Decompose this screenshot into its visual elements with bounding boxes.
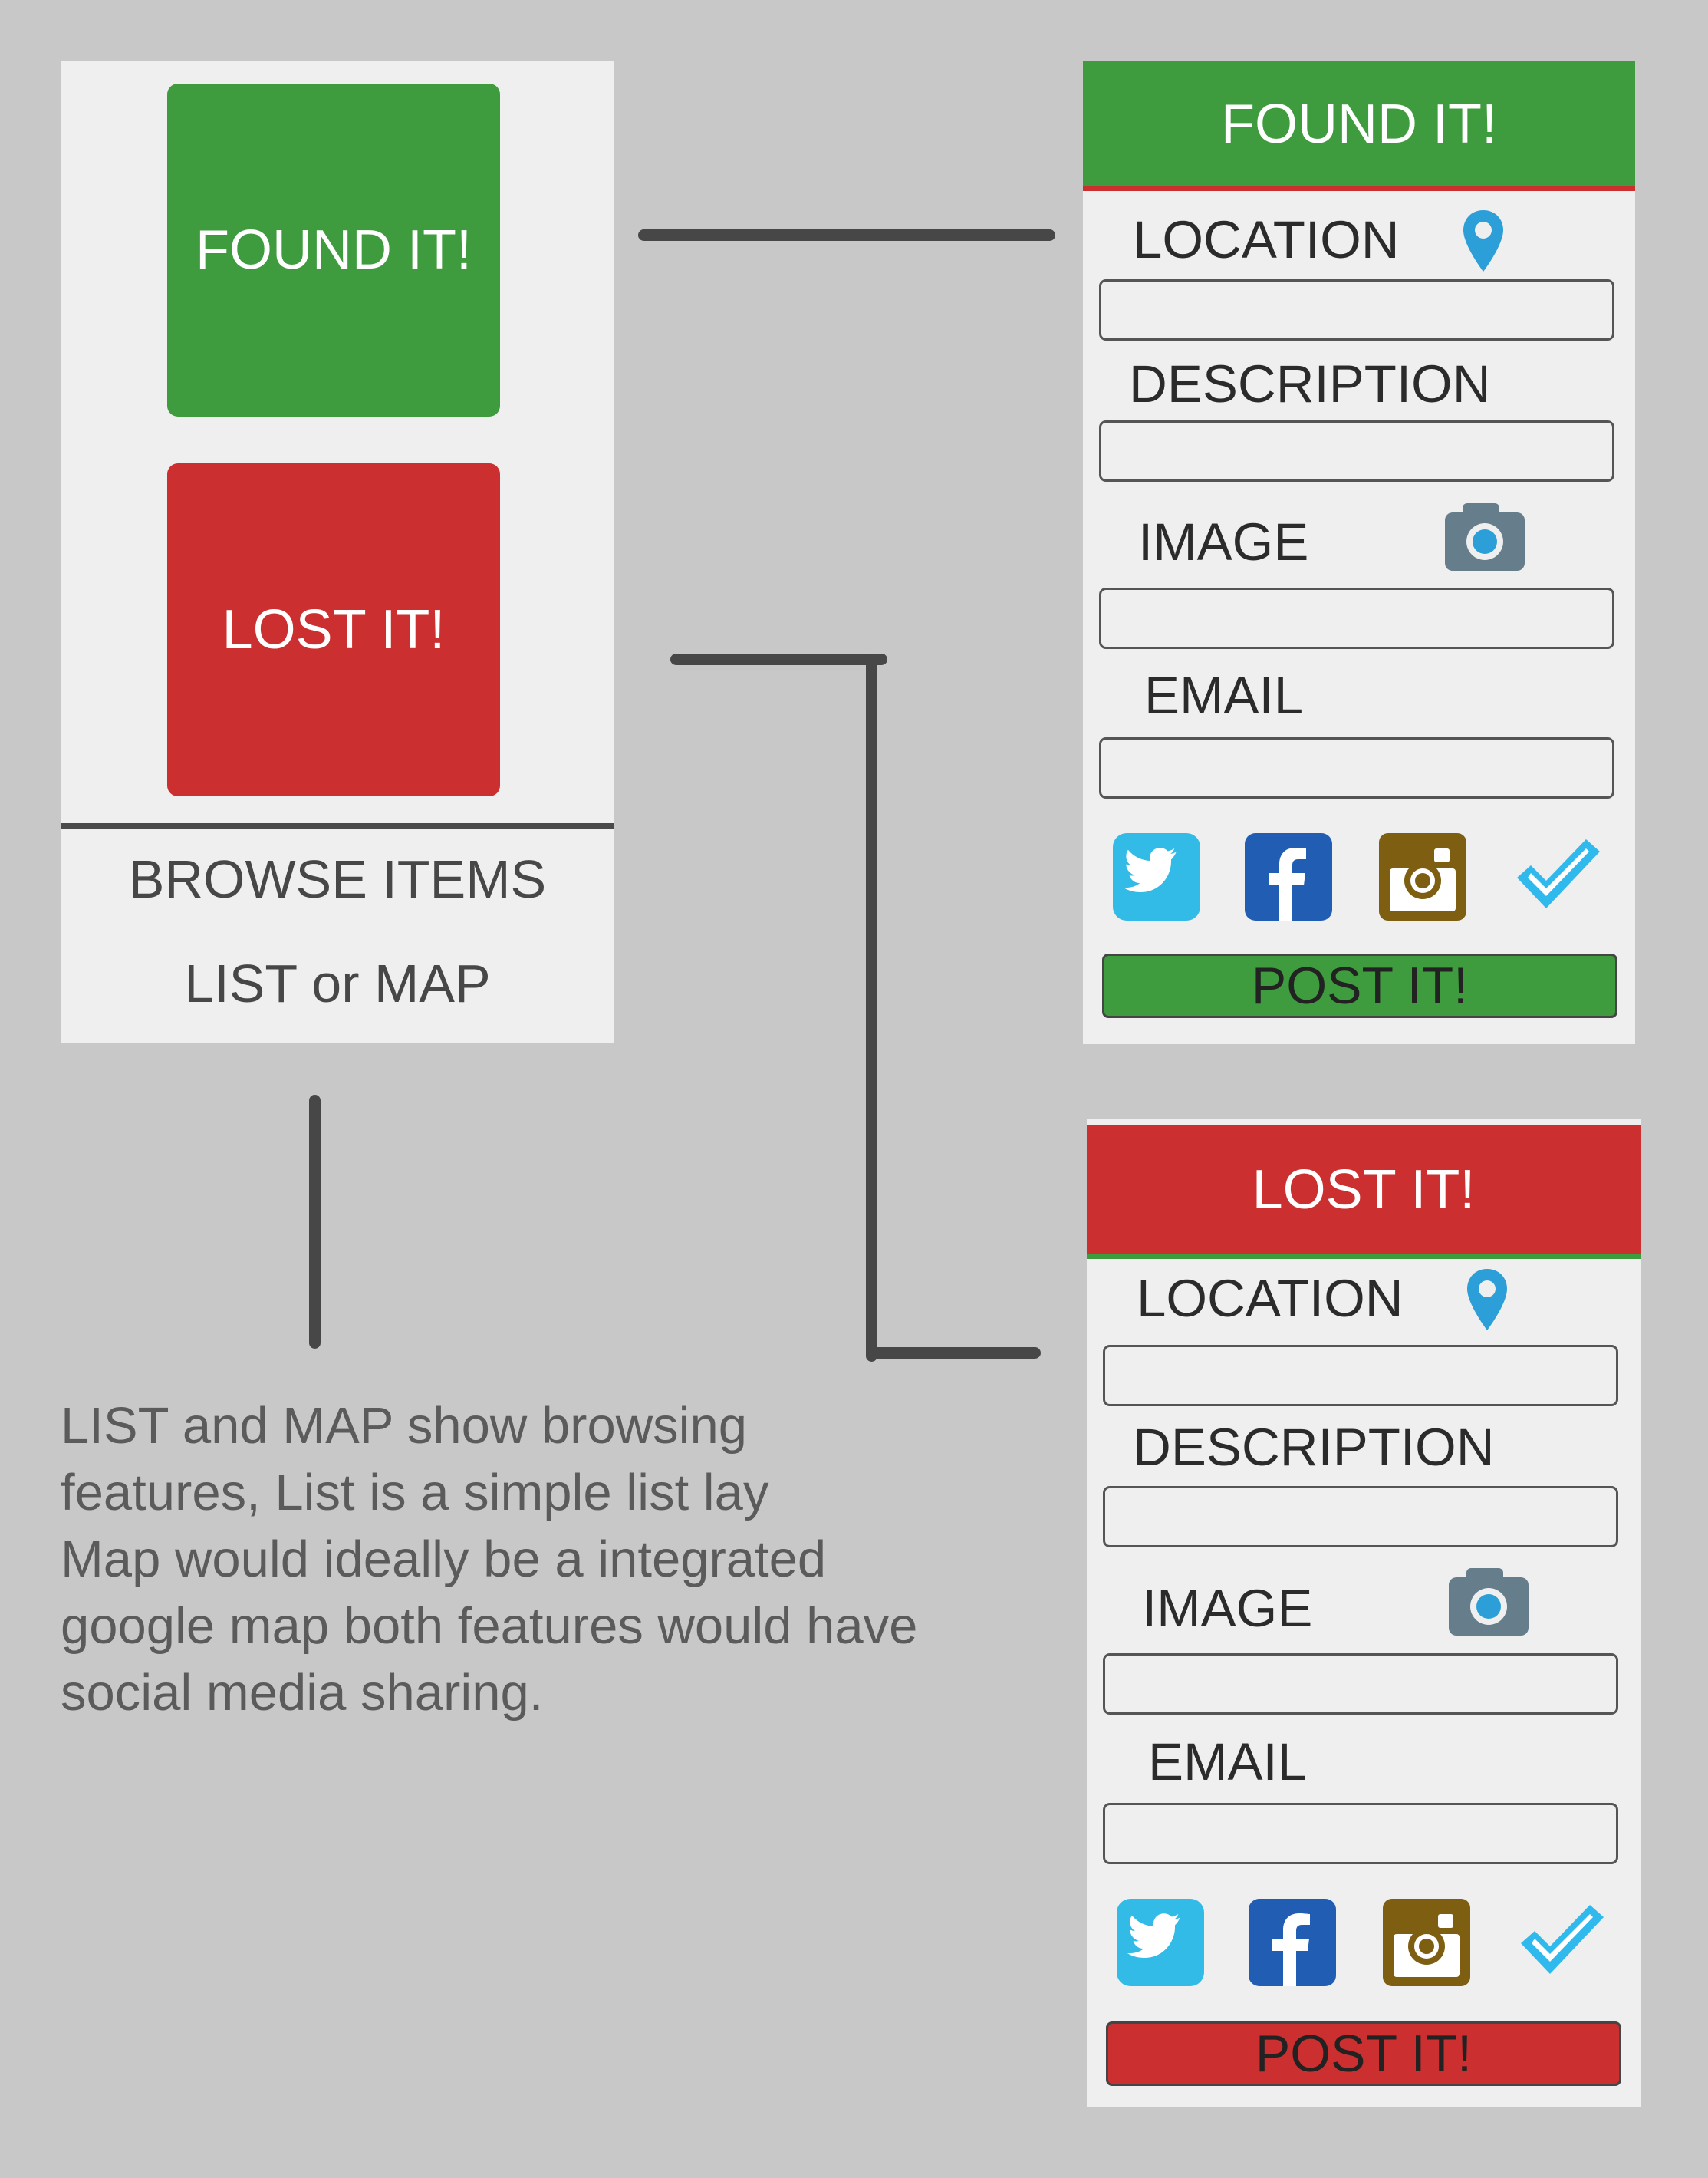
image-input[interactable] [1099,588,1614,649]
found-it-button[interactable]: FOUND IT! [167,84,500,417]
email-input[interactable] [1103,1803,1618,1864]
note-line: features, List is a simple list lay [61,1464,769,1521]
found-form-screen: FOUND IT! LOCATION DESCRIPTION IMAGE EMA… [1083,61,1635,1044]
email-input[interactable] [1099,737,1614,799]
twitter-icon[interactable] [1113,833,1200,921]
twitter-icon[interactable] [1117,1899,1204,1986]
connector-found [638,229,1055,241]
connector-browse [309,1095,321,1349]
connector-lost-bottom [866,1347,1041,1359]
description-input[interactable] [1099,420,1614,482]
note-line: Map would ideally be a integrated [61,1531,827,1588]
instagram-icon[interactable] [1379,833,1466,921]
connector-lost-vertical [866,654,877,1362]
location-label: LOCATION [1137,1269,1404,1328]
location-input[interactable] [1099,279,1614,341]
image-input[interactable] [1103,1653,1618,1715]
email-label: EMAIL [1144,666,1304,725]
image-label: IMAGE [1142,1579,1313,1638]
instagram-icon[interactable] [1383,1899,1470,1986]
location-pin-icon [1463,210,1503,272]
facebook-icon[interactable] [1249,1899,1336,1986]
note-line: LIST and MAP show browsing [61,1397,748,1455]
description-label: DESCRIPTION [1133,1418,1495,1477]
location-label: LOCATION [1133,210,1400,269]
note-line: social media sharing. [61,1664,544,1722]
post-it-button[interactable]: POST IT! [1102,954,1617,1018]
lost-it-button[interactable]: LOST IT! [167,463,500,796]
browse-items-link[interactable]: BROWSE ITEMS [61,848,614,910]
camera-icon[interactable] [1447,1567,1530,1637]
foursquare-icon[interactable] [1518,1899,1605,1986]
camera-icon[interactable] [1443,502,1526,572]
location-input[interactable] [1103,1345,1618,1406]
description-label: DESCRIPTION [1129,354,1491,414]
note-line: google map both features would have [61,1597,918,1655]
foursquare-icon[interactable] [1514,833,1601,921]
lost-form-header: LOST IT! [1087,1125,1641,1259]
home-screen: FOUND IT! LOST IT! BROWSE ITEMS LIST or … [61,61,614,1043]
list-or-map-link[interactable]: LIST or MAP [61,953,614,1014]
email-label: EMAIL [1148,1732,1308,1791]
image-label: IMAGE [1138,512,1309,572]
post-it-button[interactable]: POST IT! [1106,2021,1621,2086]
found-form-title: FOUND IT! [1221,93,1497,155]
found-form-header: FOUND IT! [1083,61,1635,191]
connector-lost-top [670,654,887,665]
location-pin-icon [1467,1269,1507,1330]
lost-form-screen: LOST IT! LOCATION DESCRIPTION IMAGE EMAI… [1087,1119,1641,2107]
lost-form-title: LOST IT! [1252,1159,1476,1221]
description-input[interactable] [1103,1486,1618,1547]
divider [61,823,614,829]
facebook-icon[interactable] [1245,833,1332,921]
feature-note: LIST and MAP show browsing features, Lis… [61,1392,1058,1726]
